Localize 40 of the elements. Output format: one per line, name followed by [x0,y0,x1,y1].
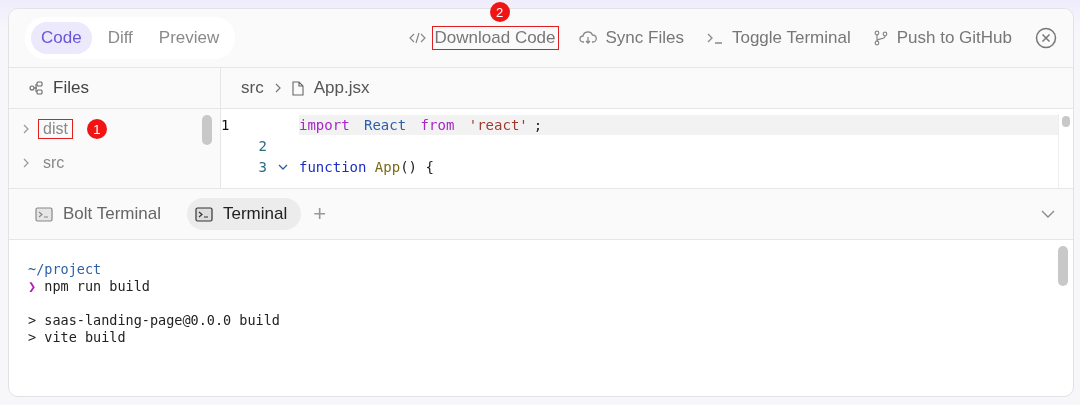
line-number: 3 [257,158,267,175]
scrollbar-thumb[interactable] [202,115,212,145]
cloud-download-icon [578,31,597,45]
terminal-prompt-icon [706,32,723,44]
scrollbar-thumb[interactable] [1062,116,1070,127]
folder-item[interactable]: src [38,153,70,173]
toolbar-button[interactable]: Download Code [431,26,559,50]
fold-chevron-icon[interactable] [278,162,288,171]
terminal-line: > vite build [28,329,127,346]
terminal-tab[interactable]: Bolt Terminal [27,198,175,230]
toolbar-button[interactable]: Toggle Terminal [728,26,854,50]
terminal-icon [35,206,53,222]
breadcrumb-item[interactable]: App.jsx [313,78,370,98]
terminal-line: ❯ npm run build [28,278,151,295]
line-number: 2 [257,137,267,154]
scrollbar-thumb[interactable] [1058,246,1068,286]
close-button[interactable] [1035,27,1057,49]
view-tab[interactable]: Preview [148,22,230,54]
terminal-icon [194,206,213,222]
file-icon [291,80,304,96]
panel-title: Files [53,78,89,98]
chevron-down-icon[interactable] [1041,209,1055,219]
code-icon [408,32,426,44]
file-tree-icon [29,81,43,95]
number-marker: 1 [86,119,107,139]
branch-icon [873,30,888,46]
view-tab[interactable]: Code [31,22,92,54]
number-marker: 2 [489,2,510,22]
toolbar-button[interactable]: Push to GitHub [893,26,1015,50]
view-tab[interactable]: Diff [97,22,143,54]
add-terminal-button[interactable]: + [313,201,327,227]
terminal-tab[interactable]: Terminal [186,198,302,230]
chevron-right-icon [273,82,282,94]
breadcrumb-item[interactable]: src [241,78,264,98]
terminal-line: > saas-landing-page@0.0.0 build [28,312,281,329]
terminal-line: ~/project [28,261,103,278]
code-line: function App() { [299,157,434,177]
folder-item[interactable]: dist [38,119,73,139]
line-number: 1 [221,116,231,133]
toolbar-button[interactable]: Sync Files [602,26,687,50]
